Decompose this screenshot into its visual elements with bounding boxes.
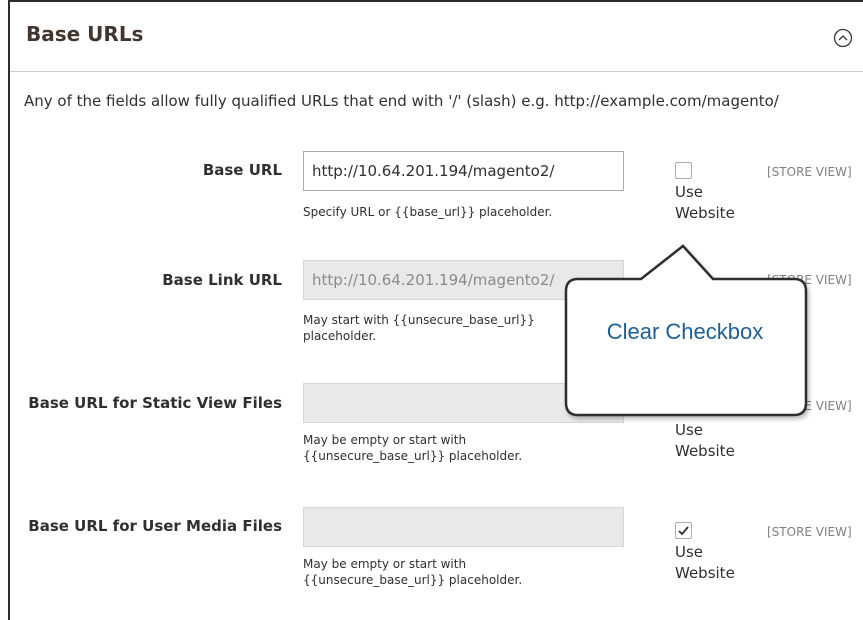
base-url-input[interactable] (303, 151, 624, 191)
callout-text: Clear Checkbox (606, 319, 764, 344)
base-link-url-label: Base Link URL (162, 271, 282, 289)
static-view-files-use-website-label[interactable]: Use Website (675, 420, 755, 462)
base-url-use-website-checkbox[interactable] (675, 162, 692, 179)
base-url-scope: [STORE VIEW] (767, 165, 852, 179)
base-url-hint: Specify URL or {{base_url}} placeholder. (303, 205, 553, 219)
static-view-files-hint: May be empty or start with {{unsecure_ba… (303, 433, 523, 463)
section-title[interactable]: Base URLs (26, 22, 143, 46)
base-url-use-website-label[interactable]: Use Website (675, 182, 755, 224)
static-view-files-label: Base URL for Static View Files (28, 394, 282, 412)
base-link-url-input[interactable] (303, 260, 624, 300)
section-divider (10, 71, 863, 72)
checkmark-icon (678, 526, 689, 536)
base-url-label: Base URL (202, 161, 282, 179)
user-media-files-hint: May be empty or start with {{unsecure_ba… (303, 557, 523, 587)
base-link-url-hint: May start with {{unsecure_base_url}} pla… (303, 313, 535, 343)
user-media-files-input[interactable] (303, 507, 624, 547)
base-link-url-scope: [STORE VIEW] (767, 273, 852, 287)
user-media-files-use-website-label[interactable]: Use Website (675, 542, 755, 584)
static-view-files-scope: [STORE VIEW] (767, 399, 852, 413)
static-view-files-input[interactable] (303, 383, 624, 423)
chevron-up-circle-icon[interactable] (833, 28, 853, 48)
user-media-files-label: Base URL for User Media Files (28, 517, 282, 535)
user-media-files-scope: [STORE VIEW] (767, 525, 852, 539)
user-media-files-use-website-checkbox[interactable] (675, 522, 692, 539)
base-urls-note: Any of the fields allow fully qualified … (24, 92, 779, 110)
